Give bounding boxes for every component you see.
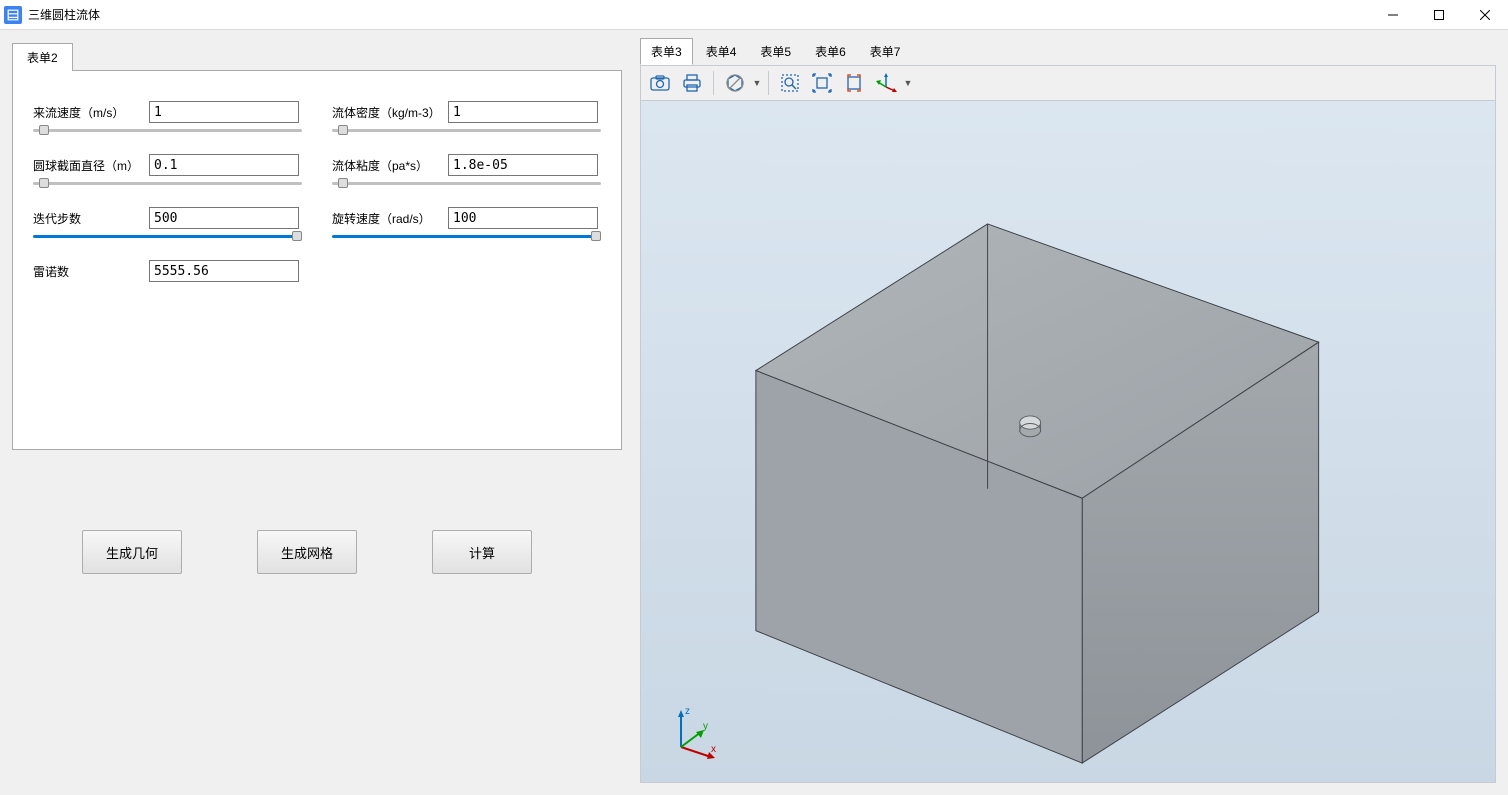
minimize-icon [1388,10,1398,20]
maximize-button[interactable] [1416,0,1462,30]
generate-geometry-button[interactable]: 生成几何 [82,530,182,574]
zoom-extents-button[interactable] [807,68,837,98]
left-pane: 表单2 来流速度（m/s） 流体密度（kg/m-3） [0,30,640,795]
input-velocity[interactable] [149,101,299,123]
slider-velocity[interactable] [33,129,302,132]
compute-button[interactable]: 计算 [432,530,532,574]
axes-dropdown[interactable]: ▼ [903,68,913,98]
zoom-selected-icon [844,73,864,93]
tab-form7[interactable]: 表单7 [859,38,912,65]
label-viscosity: 流体粘度（pa*s） [332,157,442,174]
app-icon [4,6,22,24]
toolbar-separator [768,71,769,95]
input-viscosity[interactable] [448,154,598,176]
geometry-render [641,101,1495,782]
zoom-box-button[interactable] [775,68,805,98]
label-reynolds: 雷诺数 [33,263,143,280]
slider-density[interactable] [332,129,601,132]
minimize-button[interactable] [1370,0,1416,30]
form-panel: 来流速度（m/s） 流体密度（kg/m-3） [12,70,622,450]
camera-icon [650,75,670,91]
input-iterations[interactable] [149,207,299,229]
viewport-tabs: 表单3 表单4 表单5 表单6 表单7 [640,38,1496,65]
right-pane: 表单3 表单4 表单5 表单6 表单7 ▼ [640,30,1508,795]
toolbar-separator [713,71,714,95]
zoom-box-icon [780,73,800,93]
input-diameter[interactable] [149,154,299,176]
titlebar: 三维圆柱流体 [0,0,1508,30]
tab-form4[interactable]: 表单4 [695,38,748,65]
close-button[interactable] [1462,0,1508,30]
axes-icon [875,72,897,94]
window-title: 三维圆柱流体 [28,6,100,23]
slider-viscosity[interactable] [332,182,601,185]
transparency-button[interactable] [720,68,750,98]
orientation-axes: z x y [661,702,721,762]
tab-form2[interactable]: 表单2 [12,43,73,71]
label-velocity: 来流速度（m/s） [33,104,143,121]
axis-x-label: x [711,744,716,755]
input-reynolds[interactable] [149,260,299,282]
maximize-icon [1434,10,1444,20]
tab-form6[interactable]: 表单6 [804,38,857,65]
print-button[interactable] [677,68,707,98]
transparency-dropdown[interactable]: ▼ [752,68,762,98]
slider-iterations[interactable] [33,235,302,238]
3d-viewport[interactable]: z x y [640,101,1496,783]
slider-rotation[interactable] [332,235,601,238]
axis-y-label: y [703,721,708,732]
screenshot-button[interactable] [645,68,675,98]
label-rotation: 旋转速度（rad/s） [332,210,442,227]
printer-icon [682,74,702,92]
input-density[interactable] [448,101,598,123]
no-transparency-icon [725,73,745,93]
label-density: 流体密度（kg/m-3） [332,104,442,121]
viewport-toolbar: ▼ ▼ [640,65,1496,101]
axes-orientation-button[interactable] [871,68,901,98]
label-diameter: 圆球截面直径（m） [33,157,143,174]
close-icon [1480,10,1490,20]
input-rotation[interactable] [448,207,598,229]
label-iterations: 迭代步数 [33,210,143,227]
axis-z-label: z [685,706,690,717]
tab-form3[interactable]: 表单3 [640,38,693,65]
zoom-selected-button[interactable] [839,68,869,98]
tab-form5[interactable]: 表单5 [749,38,802,65]
slider-diameter[interactable] [33,182,302,185]
zoom-extents-icon [812,73,832,93]
generate-mesh-button[interactable]: 生成网格 [257,530,357,574]
